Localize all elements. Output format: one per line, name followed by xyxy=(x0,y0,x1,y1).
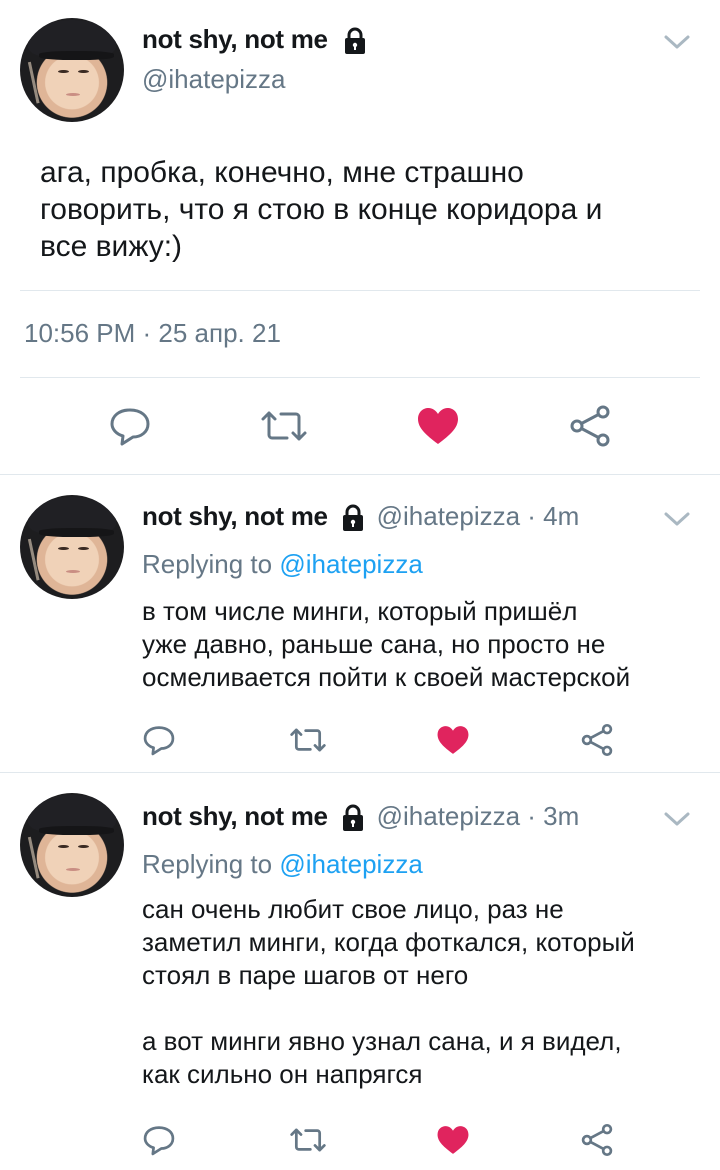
avatar[interactable] xyxy=(20,495,124,599)
replying-to-link[interactable]: @ihatepizza xyxy=(279,549,422,579)
divider xyxy=(20,290,700,291)
reply-button[interactable] xyxy=(106,404,154,448)
chevron-down-icon[interactable] xyxy=(662,30,692,59)
retweet-icon xyxy=(290,728,326,752)
replying-to: Replying to @ihatepizza xyxy=(142,849,423,879)
display-name[interactable]: not shy, not me xyxy=(142,801,328,831)
retweet-button[interactable] xyxy=(256,406,312,446)
lock-icon xyxy=(338,803,368,838)
lock-icon xyxy=(340,26,370,61)
chevron-down-icon[interactable] xyxy=(662,507,692,536)
divider xyxy=(20,377,700,378)
timestamp: 10:56 PM · 25 апр. 21 xyxy=(24,318,281,348)
share-button[interactable] xyxy=(578,723,616,757)
tweet-text: сан очень любит свое лицо, раз не замети… xyxy=(142,894,635,1089)
chevron-down-icon[interactable] xyxy=(662,807,692,836)
reply-button[interactable] xyxy=(140,723,178,757)
share-icon xyxy=(570,405,610,447)
reply-icon xyxy=(143,1126,175,1156)
reply-tweet[interactable]: not shy, not me @ihatepizza · 4m Replyin… xyxy=(0,475,720,772)
share-button[interactable] xyxy=(566,404,614,448)
main-tweet: not shy, not me @ihatepizza ага, пробка,… xyxy=(0,0,720,474)
retweet-icon xyxy=(290,1128,326,1152)
reply-icon xyxy=(110,408,150,446)
handle-time[interactable]: @ihatepizza · 4m xyxy=(377,501,580,531)
replying-to-link[interactable]: @ihatepizza xyxy=(279,849,422,879)
reply-tweet[interactable]: not shy, not me @ihatepizza · 3m Replyin… xyxy=(0,773,720,1170)
display-name[interactable]: not shy, not me xyxy=(142,501,328,531)
like-button[interactable] xyxy=(434,1123,472,1157)
share-icon xyxy=(581,1123,613,1157)
retweet-button[interactable] xyxy=(286,725,330,755)
like-button[interactable] xyxy=(414,404,462,448)
avatar[interactable] xyxy=(20,18,124,122)
replying-to: Replying to @ihatepizza xyxy=(142,549,423,579)
handle[interactable]: @ihatepizza xyxy=(142,64,285,95)
reply-icon xyxy=(143,726,175,756)
handle-time[interactable]: @ihatepizza · 3m xyxy=(377,801,580,831)
tweet-text: в том числе минги, который пришёл уже да… xyxy=(142,596,631,692)
like-button[interactable] xyxy=(434,723,472,757)
retweet-icon xyxy=(261,411,307,441)
like-icon xyxy=(418,408,458,444)
share-button[interactable] xyxy=(578,1123,616,1157)
tweet-text: ага, пробка, конечно, мне страшно говори… xyxy=(40,156,603,263)
lock-icon xyxy=(338,503,368,538)
retweet-button[interactable] xyxy=(286,1125,330,1155)
like-icon xyxy=(437,726,469,754)
display-name[interactable]: not shy, not me xyxy=(142,24,328,54)
share-icon xyxy=(581,723,613,757)
like-icon xyxy=(437,1126,469,1154)
avatar[interactable] xyxy=(20,793,124,897)
reply-button[interactable] xyxy=(140,1123,178,1157)
